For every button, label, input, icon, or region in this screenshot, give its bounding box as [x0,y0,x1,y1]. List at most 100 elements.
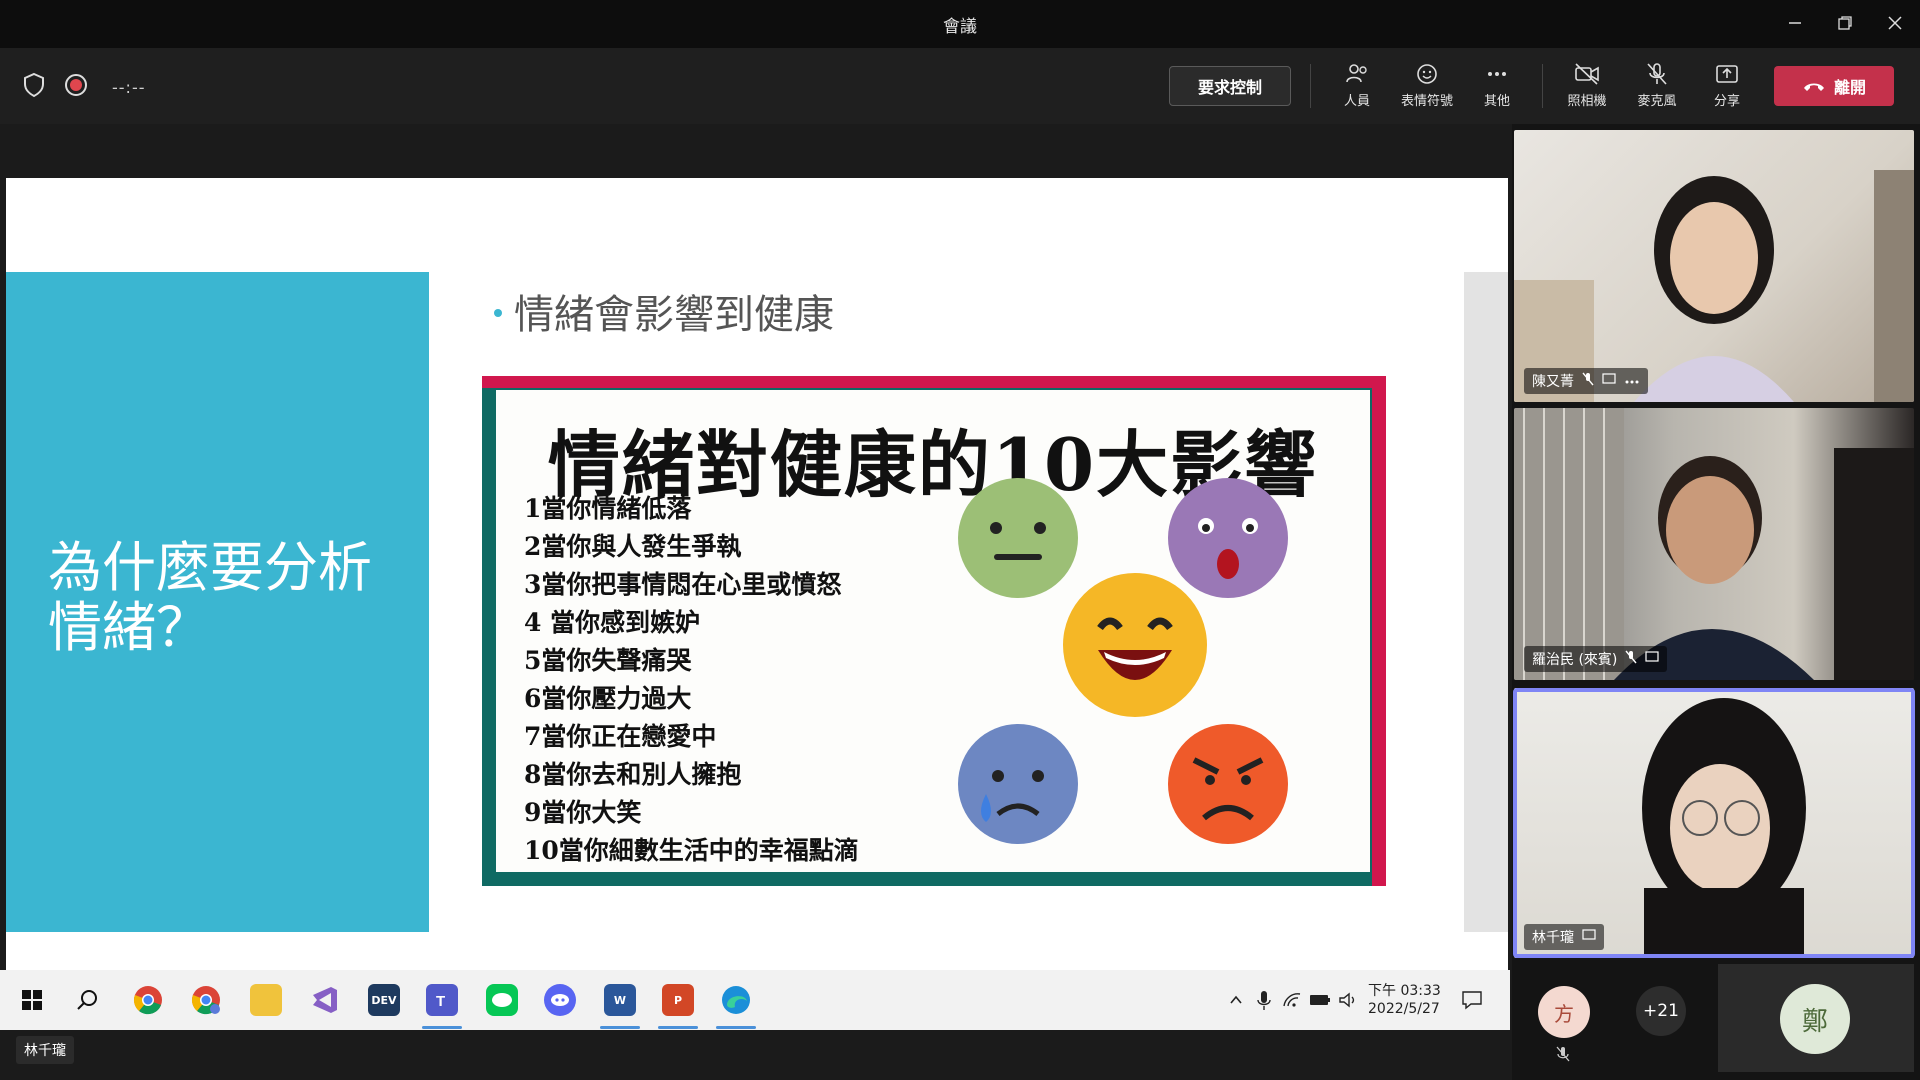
request-control-button[interactable]: 要求控制 [1169,66,1291,106]
participant-name: 羅治民 (來賓) [1532,652,1618,668]
participant-avatar[interactable]: 方 [1538,986,1590,1038]
laughing-face-icon [1063,573,1207,717]
search-icon[interactable] [72,984,104,1016]
more-options-icon[interactable] [1624,373,1640,389]
word-active-indicator [600,1026,640,1029]
restore-button[interactable] [1830,10,1860,36]
poster-item: 4 當你感到嫉妒 [524,608,701,637]
slide-title-panel: 為什麼要分析情緒？ [6,272,429,932]
poster-item: 9當你大笑 [524,798,642,827]
mic-off-icon [1647,63,1667,85]
more-button[interactable]: 其他 [1462,62,1532,109]
screen-share-icon [1602,373,1616,389]
participant-avatar: 鄭 [1780,984,1850,1054]
minimize-button[interactable] [1780,10,1810,36]
powerpoint-active-indicator [658,1026,698,1029]
line-icon[interactable] [486,984,518,1016]
chrome-profile-icon[interactable] [190,984,222,1016]
microphone-tray-icon[interactable] [1252,984,1276,1016]
poster-item: 6當你壓力過大 [524,684,692,713]
mic-off-icon [1625,650,1637,668]
mic-button[interactable]: 麥克風 [1622,62,1692,109]
more-participants-count[interactable]: +21 [1636,986,1686,1036]
mic-label: 麥克風 [1637,94,1677,109]
edge-active-indicator [716,1026,756,1029]
participant-tile-audio-only[interactable]: 鄭 [1718,964,1914,1072]
reactions-button[interactable]: 表情符號 [1392,62,1462,109]
poster-item: 1當你情緒低落 [524,494,692,523]
clock-date: 2022/5/27 [1368,1001,1440,1017]
battery-icon[interactable] [1308,984,1332,1016]
poster-border-top [482,376,1386,388]
camera-button[interactable]: 照相機 [1552,62,1622,109]
camera-label: 照相機 [1567,94,1607,109]
mic-off-icon [1582,372,1594,390]
active-speaker-highlight [1513,688,1915,958]
presentation-slide: 為什麼要分析情緒？ 情緒會影響到健康 情緒對健康的10大影響 1當你情緒低落 2… [6,178,1508,978]
windows-start-icon[interactable] [16,984,48,1016]
teams-active-indicator [422,1026,462,1029]
emotion-poster: 情緒對健康的10大影響 1當你情緒低落 2當你與人發生爭執 3當你把事情悶在心里… [482,376,1386,886]
close-button[interactable] [1880,10,1910,36]
poster-item: 10當你細數生活中的幸福點滴 [524,836,859,865]
shield-icon[interactable] [22,72,46,102]
poster-item: 2當你與人發生爭執 [524,532,742,561]
screen-share-icon [1645,651,1659,667]
participant-name-tag: 陳又菁 [1524,368,1648,394]
share-icon [1716,65,1738,83]
participant-name: 陳又菁 [1532,374,1574,390]
chrome-icon[interactable] [132,984,164,1016]
presenter-label: 林千瓏 [16,1036,74,1064]
meeting-timer: --:-- [112,77,146,97]
visual-studio-icon[interactable] [308,984,340,1016]
teams-icon[interactable]: T [426,984,458,1016]
poster-item: 8當你去和別人擁抱 [524,760,742,789]
wifi-icon[interactable] [1280,984,1304,1016]
more-icon [1488,72,1506,76]
more-label: 其他 [1483,94,1510,109]
participant-video-tile[interactable]: 陳又菁 [1514,130,1914,402]
participant-video-tile[interactable]: 羅治民 (來賓) [1514,408,1914,680]
taskbar-clock[interactable]: 下午 03:33 2022/5/27 [1368,982,1441,1018]
poster-item: 3當你把事情悶在心里或憤怒 [524,570,842,599]
slide-side-strip [1464,272,1508,932]
slide-heading: 為什麼要分析情緒？ [48,536,372,659]
discord-icon[interactable] [544,984,576,1016]
clock-time: 下午 03:33 [1368,983,1441,999]
people-icon [1346,64,1367,83]
title-bar: 會議 [0,0,1920,48]
share-button[interactable]: 分享 [1692,62,1762,109]
participant-video-feed [1514,170,1914,402]
bullet-text: 情緒會影響到健康 [514,292,834,338]
neutral-face-icon [958,478,1078,598]
powerpoint-icon[interactable]: P [662,984,694,1016]
file-explorer-icon[interactable] [250,984,282,1016]
hang-up-icon [1803,83,1824,91]
reaction-icon [1417,64,1437,84]
leave-button[interactable]: 離開 [1774,66,1894,106]
shared-screen: 為什麼要分析情緒？ 情緒會影響到健康 情緒對健康的10大影響 1當你情緒低落 2… [0,124,1512,1080]
chevron-up-icon[interactable] [1224,984,1248,1016]
people-label: 人員 [1343,94,1370,109]
people-button[interactable]: 人員 [1322,62,1392,109]
volume-icon[interactable] [1336,984,1360,1016]
dev-app-icon[interactable]: DEV [368,984,400,1016]
share-label: 分享 [1713,94,1740,109]
recording-icon [64,73,88,101]
participant-name-tag: 羅治民 (來賓) [1524,646,1668,672]
shared-taskbar: DEV T W P 下午 03:33 2022/5/27 [0,970,1510,1030]
edge-icon[interactable] [720,984,752,1016]
poster-border-right [1372,376,1386,886]
poster-item: 7當你正在戀愛中 [524,722,717,751]
toolbar-divider [1310,64,1311,108]
slide-bullet: 情緒會影響到健康 [494,282,834,340]
notification-icon[interactable] [1458,984,1486,1016]
window-title: 會議 [943,17,977,37]
crying-face-icon [958,724,1078,844]
reactions-label: 表情符號 [1400,94,1453,109]
overflow-roster: 方 +21 鄭 [1512,964,1920,1074]
participant-video-feed [1514,408,1914,680]
angry-face-icon [1168,724,1288,844]
word-icon[interactable]: W [604,984,636,1016]
poster-item: 5當你失聲痛哭 [524,646,692,675]
